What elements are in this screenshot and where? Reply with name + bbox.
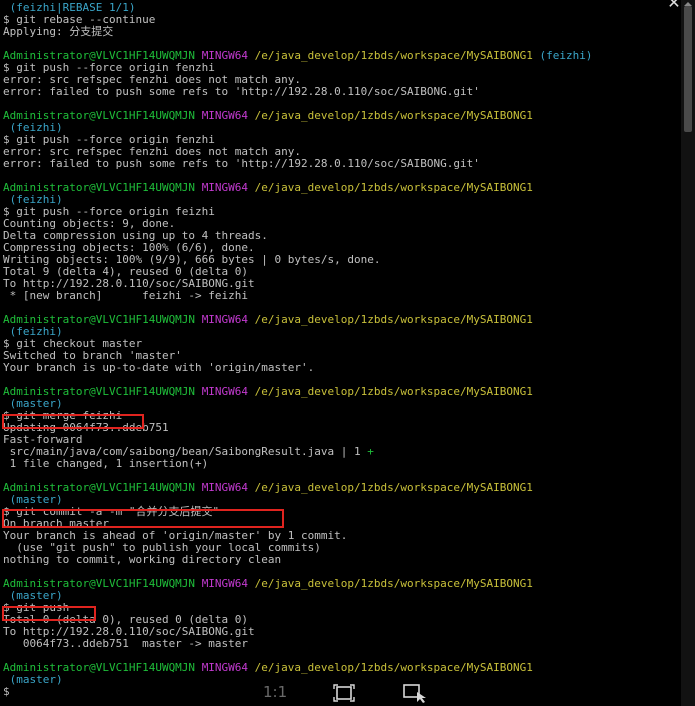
terminal-text-segment: /e/java_develop/1zbds/workspace/MySAIBON… [254, 385, 533, 398]
terminal-line: Applying: 分支提交 [3, 26, 113, 38]
terminal-text-segment: Your branch is up-to-date with 'origin/m… [3, 361, 315, 374]
terminal-text-segment: /e/java_develop/1zbds/workspace/MySAIBON… [254, 661, 533, 674]
scrollbar-thumb[interactable] [684, 6, 692, 132]
terminal-line: 1 file changed, 1 insertion(+) [3, 457, 209, 470]
terminal-line: (master) [3, 674, 63, 686]
zoom-level-label[interactable]: 1:1 [263, 683, 287, 701]
terminal-line: Administrator@VLVC1HF14UWQMJN MINGW64 /e… [3, 110, 533, 122]
terminal-text-segment: * [new branch] feizhi -> feizhi [3, 289, 249, 302]
terminal-text-segment: /e/java_develop/1zbds/workspace/MySAIBON… [254, 49, 540, 62]
viewer-toolbar: 1:1 [255, 681, 445, 705]
terminal-line: error: failed to push some refs to 'http… [3, 86, 480, 98]
selection-icon[interactable] [403, 684, 429, 703]
terminal-text-segment: Applying: 分支提交 [3, 25, 114, 38]
vertical-scrollbar[interactable] [681, 0, 695, 706]
terminal-line: $ [3, 686, 10, 698]
terminal-text-segment: + [367, 445, 374, 458]
terminal-text-segment: /e/java_develop/1zbds/workspace/MySAIBON… [254, 313, 533, 326]
terminal-text-segment: 1 file changed, 1 insertion(+) [3, 457, 209, 470]
terminal-text-segment: $ [3, 685, 10, 698]
terminal-text-segment: /e/java_develop/1zbds/workspace/MySAIBON… [254, 181, 533, 194]
fit-to-window-icon[interactable] [333, 684, 355, 702]
terminal-text-segment: /e/java_develop/1zbds/workspace/MySAIBON… [254, 481, 533, 494]
terminal-text-segment: MINGW64 [201, 181, 255, 194]
close-button[interactable]: ✕ [663, 0, 685, 14]
terminal-text-segment: nothing to commit, working directory cle… [3, 553, 282, 566]
terminal-line: Administrator@VLVC1HF14UWQMJN MINGW64 /e… [3, 578, 533, 590]
terminal-text-segment: (feizhi) [539, 49, 593, 62]
terminal-output[interactable]: (feizhi|REBASE 1/1) $ git rebase --contin… [0, 0, 680, 706]
terminal-line: Administrator@VLVC1HF14UWQMJN MINGW64 /e… [3, 482, 533, 494]
terminal-line: Administrator@VLVC1HF14UWQMJN MINGW64 /e… [3, 314, 533, 326]
terminal-line: Administrator@VLVC1HF14UWQMJN MINGW64 /e… [3, 662, 533, 674]
terminal-line: * [new branch] feizhi -> feizhi [3, 290, 248, 302]
terminal-text-segment: error: failed to push some refs to 'http… [3, 85, 480, 98]
terminal-text-segment: MINGW64 [201, 481, 255, 494]
terminal-line: error: failed to push some refs to 'http… [3, 158, 480, 170]
terminal-text-segment: MINGW64 [201, 661, 255, 674]
terminal-text-segment: (master) [3, 673, 63, 686]
terminal-text-segment: 0064f73..ddeb751 master -> master [3, 637, 249, 650]
terminal-text-segment: MINGW64 [201, 385, 255, 398]
terminal-text-segment: error: failed to push some refs to 'http… [3, 157, 480, 170]
terminal-text-segment: /e/java_develop/1zbds/workspace/MySAIBON… [254, 109, 533, 122]
terminal-line: 0064f73..ddeb751 master -> master [3, 638, 248, 650]
terminal-line: Administrator@VLVC1HF14UWQMJN MINGW64 /e… [3, 182, 533, 194]
terminal-text-segment: /e/java_develop/1zbds/workspace/MySAIBON… [254, 577, 533, 590]
terminal-text-segment: MINGW64 [201, 109, 255, 122]
terminal-text-segment: MINGW64 [201, 313, 255, 326]
terminal-line: nothing to commit, working directory cle… [3, 554, 281, 566]
terminal-line: Administrator@VLVC1HF14UWQMJN MINGW64 /e… [3, 386, 533, 398]
terminal-line: Your branch is up-to-date with 'origin/m… [3, 362, 314, 374]
terminal-text-segment: MINGW64 [201, 577, 255, 590]
